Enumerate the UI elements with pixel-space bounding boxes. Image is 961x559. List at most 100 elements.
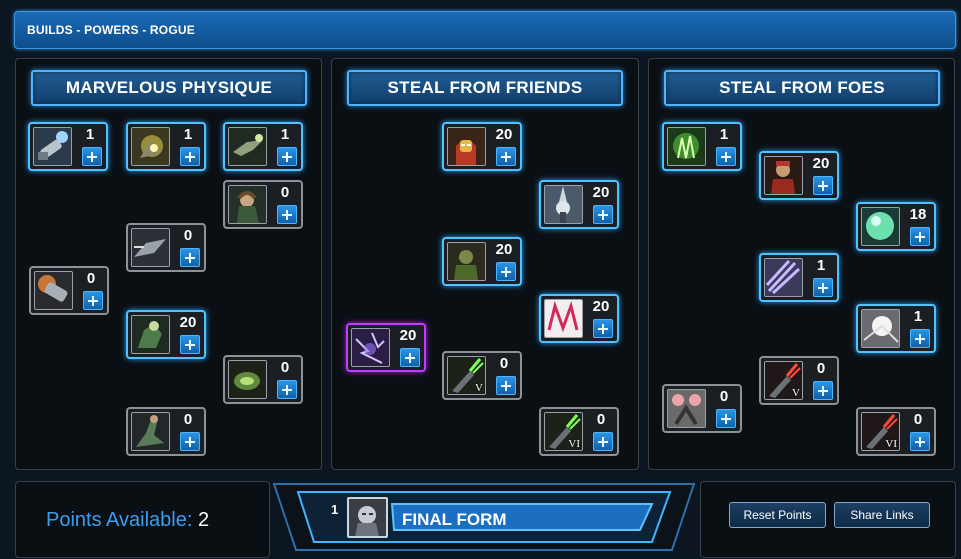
red-lightning-icon bbox=[544, 299, 583, 338]
dash-icon bbox=[131, 228, 170, 267]
add-point-button[interactable] bbox=[180, 432, 200, 451]
add-point-button[interactable] bbox=[83, 291, 103, 310]
power-node[interactable]: 0 bbox=[29, 266, 109, 315]
power-node[interactable]: V 0 bbox=[442, 351, 522, 400]
power-node[interactable]: 20 bbox=[346, 323, 426, 372]
final-form-panel[interactable]: 1 FINAL FORM bbox=[272, 482, 696, 552]
column-steal-from-friends: STEAL FROM FRIENDS 20 20 20 20 20 V 0 VI… bbox=[331, 58, 639, 470]
add-point-button[interactable] bbox=[496, 147, 516, 166]
red-villain-icon bbox=[764, 156, 803, 195]
points-available: Points Available: 2 bbox=[46, 509, 209, 532]
power-node[interactable]: 18 bbox=[856, 202, 936, 251]
power-rank: 0 bbox=[280, 359, 290, 376]
add-point-button[interactable] bbox=[593, 205, 613, 224]
power-node[interactable]: VI 0 bbox=[539, 407, 619, 456]
add-point-button[interactable] bbox=[910, 329, 930, 348]
add-point-button[interactable] bbox=[496, 376, 516, 395]
power-rank: 0 bbox=[280, 184, 290, 201]
tier-numeral: V bbox=[792, 387, 800, 399]
glove-vi-icon: VI bbox=[544, 412, 583, 451]
crouching-figure-icon bbox=[131, 315, 170, 354]
points-value: 2 bbox=[197, 509, 210, 531]
power-node[interactable]: 20 bbox=[759, 151, 839, 200]
power-rank: 0 bbox=[596, 411, 606, 428]
power-node[interactable]: 1 bbox=[223, 122, 303, 171]
add-point-button[interactable] bbox=[910, 227, 930, 246]
power-node[interactable]: 0 bbox=[662, 384, 742, 433]
power-rank: 0 bbox=[183, 411, 193, 428]
power-node[interactable]: 1 bbox=[662, 122, 742, 171]
power-rank: 20 bbox=[179, 314, 197, 331]
add-point-button[interactable] bbox=[910, 432, 930, 451]
add-point-button[interactable] bbox=[180, 335, 200, 354]
power-node[interactable]: 0 bbox=[126, 223, 206, 272]
green-orb-icon bbox=[861, 207, 900, 246]
power-node[interactable]: 20 bbox=[539, 180, 619, 229]
column-title: STEAL FROM FOES bbox=[664, 70, 940, 106]
add-point-button[interactable] bbox=[277, 205, 297, 224]
kick-icon bbox=[131, 412, 170, 451]
add-point-button[interactable] bbox=[180, 248, 200, 267]
power-node[interactable]: 0 bbox=[126, 407, 206, 456]
points-label: Points Available: bbox=[46, 509, 193, 531]
add-point-button[interactable] bbox=[813, 176, 833, 195]
actions-panel: Reset Points Share Links bbox=[700, 481, 956, 558]
reset-points-button[interactable]: Reset Points bbox=[729, 502, 826, 528]
purple-storm-icon bbox=[351, 328, 390, 367]
power-node[interactable]: 20 bbox=[539, 294, 619, 343]
purple-claws-icon bbox=[764, 258, 803, 297]
power-rank: 20 bbox=[495, 241, 513, 258]
power-node[interactable]: 20 bbox=[442, 237, 522, 286]
power-node[interactable]: 1 bbox=[856, 304, 936, 353]
add-point-button[interactable] bbox=[180, 147, 200, 166]
raised-fist-icon bbox=[544, 185, 583, 224]
add-point-button[interactable] bbox=[277, 147, 297, 166]
add-point-button[interactable] bbox=[400, 348, 420, 367]
red-glove-v-icon: V bbox=[764, 361, 803, 400]
power-rank: 0 bbox=[719, 388, 729, 405]
add-point-button[interactable] bbox=[716, 409, 736, 428]
add-point-button[interactable] bbox=[496, 262, 516, 281]
power-node[interactable]: 1 bbox=[126, 122, 206, 171]
power-node[interactable]: 0 bbox=[223, 180, 303, 229]
power-node[interactable]: 1 bbox=[28, 122, 108, 171]
add-point-button[interactable] bbox=[593, 319, 613, 338]
tier-numeral: VI bbox=[568, 438, 580, 450]
power-node[interactable]: V 0 bbox=[759, 356, 839, 405]
power-rank: 20 bbox=[812, 155, 830, 172]
green-hand-icon bbox=[667, 127, 706, 166]
add-point-button[interactable] bbox=[813, 381, 833, 400]
add-point-button[interactable] bbox=[82, 147, 102, 166]
add-point-button[interactable] bbox=[277, 380, 297, 399]
power-node[interactable]: 20 bbox=[126, 310, 206, 359]
energy-shield-icon bbox=[131, 127, 170, 166]
power-rank: 1 bbox=[816, 257, 826, 274]
final-form-portrait-icon bbox=[347, 497, 388, 538]
green-hero-icon bbox=[447, 242, 486, 281]
fiery-punch-icon bbox=[34, 271, 73, 310]
power-node[interactable]: VI 0 bbox=[856, 407, 936, 456]
tier-numeral: VI bbox=[885, 438, 897, 450]
power-rank: 1 bbox=[719, 126, 729, 143]
column-title: STEAL FROM FRIENDS bbox=[347, 70, 623, 106]
iron-man-icon bbox=[447, 127, 486, 166]
final-form-label: FINAL FORM bbox=[402, 510, 507, 529]
power-rank: 0 bbox=[816, 360, 826, 377]
breadcrumb: BUILDS - POWERS - ROGUE bbox=[27, 23, 195, 37]
green-burst-icon bbox=[228, 360, 267, 399]
power-rank: 20 bbox=[592, 298, 610, 315]
power-node[interactable]: 20 bbox=[442, 122, 522, 171]
column-title: MARVELOUS PHYSIQUE bbox=[31, 70, 307, 106]
add-point-button[interactable] bbox=[813, 278, 833, 297]
share-links-button[interactable]: Share Links bbox=[834, 502, 930, 528]
power-rank: 20 bbox=[399, 327, 417, 344]
power-node[interactable]: 0 bbox=[223, 355, 303, 404]
red-glove-vi-icon: VI bbox=[861, 412, 900, 451]
add-point-button[interactable] bbox=[716, 147, 736, 166]
power-rank: 20 bbox=[592, 184, 610, 201]
white-flash-icon bbox=[861, 309, 900, 348]
power-node[interactable]: 1 bbox=[759, 253, 839, 302]
add-point-button[interactable] bbox=[593, 432, 613, 451]
column-steal-from-foes: STEAL FROM FOES 1 20 18 1 1 0 V 0 VI 0 bbox=[648, 58, 955, 470]
tier-numeral: V bbox=[475, 382, 483, 394]
